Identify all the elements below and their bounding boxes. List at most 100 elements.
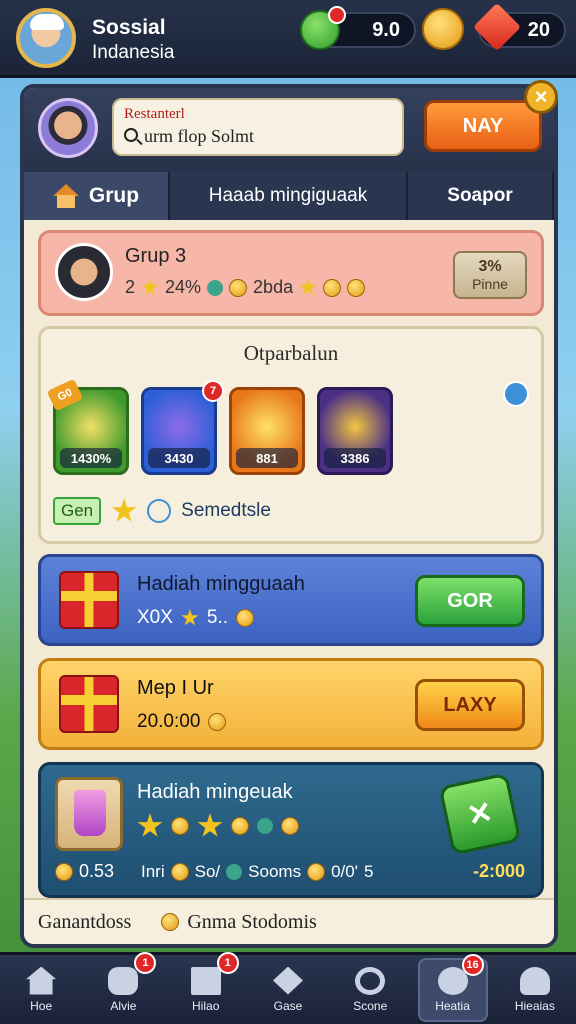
reward-title: Hadiah mingeuak <box>137 781 293 803</box>
prime-button-percent: 3% <box>478 258 502 275</box>
nav-button[interactable]: NAY <box>424 100 542 152</box>
coin-icon <box>347 278 366 297</box>
gold-coin-icon[interactable] <box>422 8 464 50</box>
nav-badge: 1 <box>134 951 157 974</box>
panel-footer-right-group[interactable]: Gnma Stodomis <box>161 910 317 934</box>
star-icon <box>141 278 159 295</box>
star-icon <box>181 609 199 626</box>
board-icon <box>190 966 221 995</box>
edit-icon[interactable] <box>147 499 172 523</box>
nav-badge: 1 <box>216 951 239 974</box>
foot-text-a: Inri <box>141 861 165 881</box>
foot-text-c: Sooms <box>248 861 302 881</box>
items-footer: Gen Semedtsle <box>53 497 271 525</box>
gear-icon <box>207 279 224 296</box>
puzzle-icon <box>108 966 139 995</box>
brand-subtitle: Indanesia <box>92 42 175 63</box>
settings-icon[interactable] <box>503 381 529 407</box>
coin-icon <box>231 817 249 835</box>
group-stat-a: 2 <box>125 277 136 297</box>
coin-icon <box>307 862 326 881</box>
top-bar: Sossial Indanesia 9.0 20 <box>0 0 576 78</box>
coin-icon <box>171 817 189 835</box>
nav-label: Hieaias <box>514 998 555 1013</box>
coin-icon <box>323 278 342 297</box>
brand-title: Sossial <box>92 16 166 39</box>
reward-foot-left-group: 0.53 <box>55 861 141 882</box>
tab-weekly-reward[interactable]: Haaab mingiguaak <box>170 172 408 220</box>
nav-badge: 16 <box>461 953 484 976</box>
reward-timer: 20.0:00 <box>137 711 201 732</box>
tab-support[interactable]: Soapor <box>408 172 554 220</box>
reward-sub-a: X0X <box>137 607 173 628</box>
nav-item-profile[interactable]: Hieaias <box>500 958 570 1022</box>
nav-label: Alvie <box>110 998 137 1013</box>
nav-item-home[interactable]: Hoe <box>6 958 76 1022</box>
search-strip: Restanterl urm flop Solmt NAY <box>24 88 554 172</box>
nav-item-case[interactable]: Gase <box>253 958 323 1022</box>
tab-grup-label: Grup <box>88 184 140 207</box>
foot-text-e: 5 <box>363 861 374 881</box>
prime-button[interactable]: 3% Pinne <box>453 251 527 299</box>
reward-sub: X0X 5.. <box>137 607 255 629</box>
nav-label: Heatia <box>435 998 470 1013</box>
search-icon <box>124 128 138 142</box>
nav-label: Gase <box>273 998 303 1013</box>
foot-text-d: 0/0' <box>331 861 358 881</box>
claim-button[interactable]: ✕ <box>438 772 522 856</box>
item-value: 3386 <box>324 448 386 468</box>
bottom-nav: Hoe 1 Alvie 1 Hilao Gase Scone 16 Heatia… <box>0 951 576 1024</box>
reward-footer: 0.53 Inri So/ Sooms 0/0' 5 -2:000 <box>55 861 525 882</box>
item-tile-tile[interactable]: 881 <box>229 387 305 475</box>
home-icon <box>26 966 57 995</box>
bonus-reward-card: Hadiah mingeuak ✕ 0.53 Inri So/ Sooms 0/… <box>38 762 544 898</box>
friend-avatar[interactable] <box>38 98 98 158</box>
coin-icon <box>170 862 189 881</box>
search-input[interactable]: Restanterl urm flop Solmt <box>112 98 404 156</box>
nav-item-active[interactable]: 1 Alvie <box>88 951 158 1022</box>
lazy-button[interactable]: LAXY <box>415 679 525 731</box>
item-tile-cup[interactable]: 7 3430 <box>141 380 224 475</box>
reward-icons <box>137 813 299 839</box>
tab-bar: Grup Haaab mingiguaak Soapor <box>24 172 554 220</box>
item-corner-label: G0 <box>46 378 84 412</box>
item-value: 3430 <box>148 448 210 468</box>
coin-icon <box>208 713 227 731</box>
nav-item-settings[interactable]: 16 Heatia <box>417 953 488 1022</box>
target-icon <box>355 966 386 995</box>
reward-foot-mid: Inri So/ Sooms 0/0' 5 <box>141 862 473 882</box>
nav-item-history[interactable]: 1 Hilao <box>171 951 241 1022</box>
main-panel: Restanterl urm flop Solmt NAY Grup Haaab… <box>20 84 558 948</box>
close-icon[interactable]: × <box>524 80 558 114</box>
nav-label: Scone <box>353 998 388 1013</box>
item-tile-gold[interactable]: G0 1430% <box>46 378 129 475</box>
reward-foot-left: 0.53 <box>79 861 115 881</box>
panel-footer-left[interactable]: Ganantdoss <box>38 911 131 934</box>
group-card[interactable]: Grup 3 2 24% 2bda 3% Pinne <box>38 230 544 316</box>
group-stats: 2 24% 2bda <box>125 277 366 298</box>
cup-icon <box>55 777 123 851</box>
coin-icon <box>161 913 180 931</box>
item-value: 1430% <box>60 448 122 468</box>
star-icon <box>111 498 137 522</box>
reward-sub: 20.0:00 <box>137 711 227 733</box>
item-tile-treasure[interactable]: 3386 <box>317 387 393 475</box>
foot-text-b: So/ <box>194 861 221 881</box>
tab-grup[interactable]: Grup <box>24 172 170 220</box>
gear-icon <box>226 863 243 880</box>
group-stat-b: 24% <box>165 277 202 297</box>
panel-footer-right: Gnma Stodomis <box>187 910 317 933</box>
gift-icon <box>59 571 119 629</box>
gear-icon <box>257 818 273 834</box>
group-stat-c: 2bda <box>253 277 294 297</box>
prime-button-label: Pinne <box>472 276 508 292</box>
item-badge: 7 <box>202 380 224 402</box>
items-card: Otparbalun G0 1430% 7 3430 881 3386 Gen … <box>38 326 544 544</box>
nav-label: Hoe <box>30 998 53 1013</box>
nav-item-score[interactable]: Scone <box>335 958 405 1022</box>
star-icon <box>299 278 317 295</box>
player-avatar[interactable] <box>16 8 76 68</box>
go-button[interactable]: GOR <box>415 575 525 627</box>
search-label: Restanterl <box>124 106 185 122</box>
star-icon <box>197 813 223 837</box>
